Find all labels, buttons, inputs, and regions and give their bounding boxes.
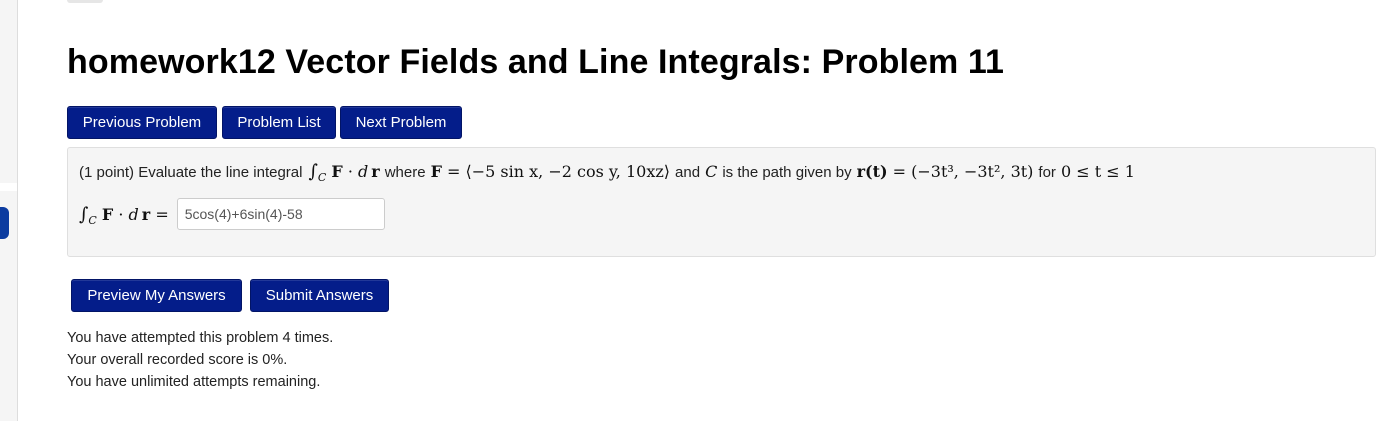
path-letter: C xyxy=(705,162,718,181)
r-of-t: r(t) xyxy=(856,162,888,181)
vector-field-components: ⟨−5 sin x, −2 cos y, 10xz⟩ xyxy=(465,162,671,181)
answer-label: ∫C F · dr = xyxy=(79,203,169,227)
sidebar-divider xyxy=(0,183,17,191)
page-title: homework12 Vector Fields and Line Integr… xyxy=(67,43,1005,81)
sidebar-toggle-tab[interactable] xyxy=(0,207,9,239)
differential-r: r xyxy=(371,162,380,181)
remaining-text: You have unlimited attempts remaining. xyxy=(67,374,321,390)
problem-points-text: (1 point) Evaluate the line integral xyxy=(79,164,303,181)
submit-answers-button[interactable]: Submit Answers xyxy=(250,279,389,312)
path-components: (−3t³, −3t², 3t) xyxy=(911,162,1034,181)
word-where: where xyxy=(384,164,426,181)
answer-field-symbol: F xyxy=(101,204,114,224)
problem-panel: (1 point) Evaluate the line integral ∫C … xyxy=(67,147,1376,257)
integral-subscript: C xyxy=(317,171,327,184)
vector-field-definition: F = ⟨−5 sin x, −2 cos y, 10xz⟩ xyxy=(430,162,671,181)
answer-integral-subscript: C xyxy=(88,213,97,227)
word-and: and xyxy=(675,164,701,181)
line-integral-expression: ∫C F · dr xyxy=(308,161,380,184)
differential-d: d xyxy=(358,162,369,181)
next-problem-button[interactable]: Next Problem xyxy=(340,106,462,139)
answer-row: ∫C F · dr = xyxy=(79,198,385,230)
parameter-range: 0 ≤ t ≤ 1 xyxy=(1060,162,1135,181)
path-symbol: C xyxy=(705,162,717,181)
problem-list-button[interactable]: Problem List xyxy=(222,106,336,139)
answer-differential-d: d xyxy=(128,204,139,224)
attempts-text: You have attempted this problem 4 times. xyxy=(67,330,334,346)
vector-field-symbol-2: F xyxy=(430,162,442,181)
answer-equals: = xyxy=(155,204,169,224)
previous-problem-button[interactable]: Previous Problem xyxy=(67,106,217,139)
preview-answers-button[interactable]: Preview My Answers xyxy=(71,279,242,312)
problem-statement: (1 point) Evaluate the line integral ∫C … xyxy=(79,161,1135,184)
answer-differential-r: r xyxy=(141,204,151,224)
word-for: for xyxy=(1038,164,1056,181)
answer-input[interactable] xyxy=(176,198,385,230)
vector-field-symbol: F xyxy=(331,162,343,181)
score-text: Your overall recorded score is 0%. xyxy=(67,352,288,368)
top-scroll-nub xyxy=(67,0,103,3)
path-parametrization: r(t) = (−3t³, −3t², 3t) xyxy=(856,162,1034,181)
word-path: is the path given by xyxy=(722,164,852,181)
